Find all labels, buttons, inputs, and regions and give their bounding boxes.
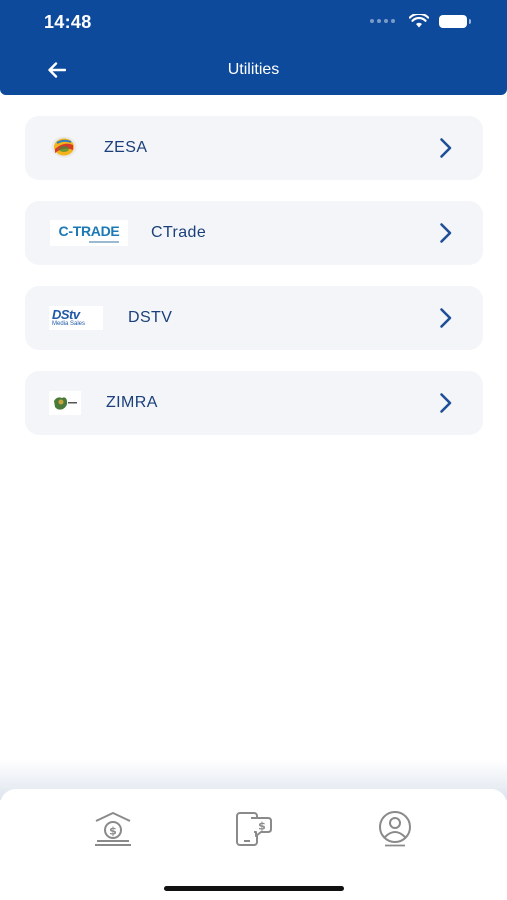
chevron-right-icon bbox=[440, 308, 452, 328]
app-header: 14:48 Utilities bbox=[0, 0, 507, 95]
status-icons bbox=[370, 14, 471, 28]
dstv-logo-text: DStv bbox=[52, 306, 80, 322]
utility-item-ctrade[interactable]: C-TRADE CTrade bbox=[25, 201, 483, 265]
chevron-right-icon bbox=[440, 138, 452, 158]
tab-profile[interactable] bbox=[375, 809, 415, 849]
chevron-right-icon bbox=[440, 223, 452, 243]
svg-text:$: $ bbox=[109, 825, 117, 838]
utilities-list: ZESA C-TRADE CTrade DStv Media Sales DST… bbox=[25, 116, 483, 456]
utility-item-zimra[interactable]: ZIMRA bbox=[25, 371, 483, 435]
utility-label: DSTV bbox=[128, 309, 173, 326]
tab-payments[interactable]: $ bbox=[234, 809, 274, 849]
dstv-logo: DStv Media Sales bbox=[49, 306, 103, 330]
battery-icon bbox=[439, 14, 471, 28]
ctrade-logo-text: C-TRADE bbox=[58, 222, 120, 239]
home-indicator bbox=[164, 886, 344, 891]
utility-label: ZESA bbox=[104, 139, 148, 156]
bank-dollar-icon: $ bbox=[95, 812, 131, 846]
tab-banking[interactable]: $ bbox=[93, 809, 133, 849]
chevron-right-icon bbox=[440, 393, 452, 413]
profile-icon bbox=[379, 811, 411, 847]
bottom-tabbar: $ $ bbox=[0, 789, 507, 900]
utility-item-zesa[interactable]: ZESA bbox=[25, 116, 483, 180]
dstv-logo-subtext: Media Sales bbox=[52, 320, 86, 327]
zesa-logo bbox=[51, 136, 77, 158]
phone-payment-icon: $ bbox=[236, 812, 272, 846]
zimra-logo bbox=[49, 391, 81, 415]
utility-label: CTrade bbox=[151, 224, 207, 241]
svg-text:$: $ bbox=[258, 820, 266, 833]
utility-label: ZIMRA bbox=[106, 394, 158, 411]
wifi-icon bbox=[409, 14, 429, 28]
utility-item-dstv[interactable]: DStv Media Sales DSTV bbox=[25, 286, 483, 350]
status-time: 14:48 bbox=[44, 12, 92, 32]
signal-icon bbox=[370, 19, 395, 23]
page-title: Utilities bbox=[227, 61, 280, 78]
ctrade-logo: C-TRADE bbox=[50, 220, 128, 246]
